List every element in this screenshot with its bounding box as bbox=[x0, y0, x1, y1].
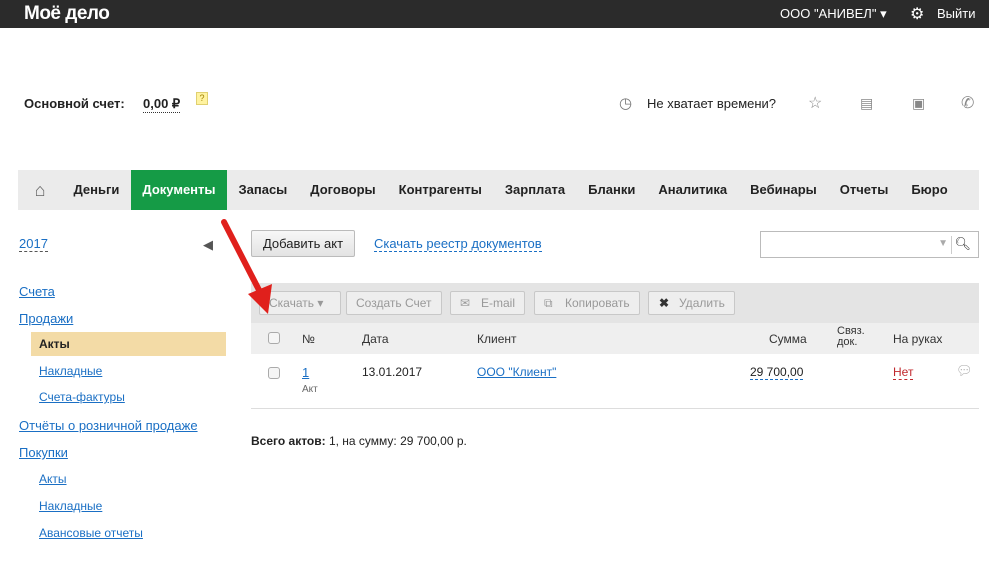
table-row: 1 Акт 13.01.2017 ООО "Клиент" 29 700,00 … bbox=[251, 354, 979, 409]
search-icon[interactable]: 🔍︎ bbox=[954, 236, 971, 252]
search-input[interactable]: ▼ 🔍︎ bbox=[760, 231, 979, 258]
tab-contracts[interactable]: Договоры bbox=[299, 170, 387, 210]
row-checkbox[interactable] bbox=[268, 367, 280, 379]
tab-forms[interactable]: Бланки bbox=[577, 170, 647, 210]
select-all-checkbox[interactable] bbox=[268, 332, 280, 344]
sidebar-item-sales-waybills[interactable]: Накладные bbox=[39, 364, 102, 378]
tab-reports[interactable]: Отчеты bbox=[828, 170, 900, 210]
help-icon[interactable]: ? bbox=[196, 92, 208, 105]
clock-icon: ◷ bbox=[619, 95, 633, 112]
sidebar-item-purchase-acts[interactable]: Акты bbox=[39, 472, 67, 486]
doc-sum[interactable]: 29 700,00 bbox=[750, 365, 804, 380]
delete-icon: ✖ bbox=[659, 296, 670, 310]
tab-documents[interactable]: Документы bbox=[130, 170, 227, 210]
copy-button[interactable]: ⧉ Копировать bbox=[534, 291, 640, 315]
home-icon[interactable]: ⌂ bbox=[18, 180, 62, 201]
annotation-arrow bbox=[221, 219, 272, 314]
doc-date: 13.01.2017 bbox=[362, 365, 423, 379]
year-selector[interactable]: 2017 bbox=[19, 236, 48, 252]
download-registry-link[interactable]: Скачать реестр документов bbox=[374, 236, 542, 252]
doc-number-link[interactable]: 1 bbox=[302, 365, 309, 380]
contact-card-icon[interactable]: ▣ bbox=[912, 95, 925, 112]
sidebar-item-sales[interactable]: Продажи bbox=[19, 311, 73, 326]
tab-webinars[interactable]: Вебинары bbox=[739, 170, 829, 210]
sidebar-item-purchases[interactable]: Покупки bbox=[19, 445, 68, 460]
email-label: E-mail bbox=[481, 296, 516, 310]
delete-button[interactable]: ✖ Удалить bbox=[648, 291, 735, 315]
account-balance[interactable]: 0,00 ₽ bbox=[143, 96, 181, 113]
toolbar: Скачать ▾ Создать Счет ✉ E-mail ⧉ Копирова… bbox=[251, 283, 979, 323]
tab-salary[interactable]: Зарплата bbox=[493, 170, 576, 210]
copy-icon: ⧉ bbox=[544, 296, 553, 310]
total-summary: Всего актов: 1, на сумму: 29 700,00 р. bbox=[251, 434, 467, 448]
sidebar-item-purchase-waybills[interactable]: Накладные bbox=[39, 499, 102, 513]
col-client[interactable]: Клиент bbox=[477, 332, 517, 346]
logo[interactable]: Моё дело bbox=[24, 3, 110, 25]
col-on-hand: На руках bbox=[893, 332, 943, 346]
chat-icon[interactable]: ▤ bbox=[860, 95, 873, 112]
phone-icon[interactable]: ✆ bbox=[961, 93, 974, 113]
col-num[interactable]: № bbox=[302, 332, 315, 346]
tab-bureau[interactable]: Бюро bbox=[900, 170, 959, 210]
sidebar-item-retail[interactable]: Отчёты о розничной продаже bbox=[19, 418, 198, 433]
tab-counterparties[interactable]: Контрагенты bbox=[387, 170, 493, 210]
client-link[interactable]: ООО "Клиент" bbox=[477, 365, 556, 379]
create-invoice-button[interactable]: Создать Счет bbox=[346, 291, 442, 315]
copy-label: Копировать bbox=[565, 296, 630, 310]
on-hand-status[interactable]: Нет bbox=[893, 365, 914, 380]
sidebar-item-advance-reports[interactable]: Авансовые отчеты bbox=[39, 526, 143, 540]
org-selector[interactable]: ООО "АНИВЕЛ" ▾ bbox=[780, 6, 887, 22]
delete-label: Удалить bbox=[679, 296, 725, 310]
col-sum[interactable]: Сумма bbox=[769, 332, 807, 346]
sidebar-item-invoices[interactable]: Счета bbox=[19, 284, 55, 299]
col-date[interactable]: Дата bbox=[362, 332, 389, 346]
top-bar: Моё дело ООО "АНИВЕЛ" ▾ ⚙ Выйти bbox=[0, 0, 989, 28]
comment-icon[interactable]: 💬︎ bbox=[956, 363, 973, 379]
envelope-icon: ✉ bbox=[460, 296, 471, 310]
doc-type: Акт bbox=[302, 384, 318, 395]
sidebar-item-sales-acts[interactable]: Акты bbox=[31, 332, 226, 356]
total-label: Всего актов: bbox=[251, 434, 326, 448]
no-time-link[interactable]: Не хватает времени? bbox=[647, 96, 776, 111]
tab-stock[interactable]: Запасы bbox=[227, 170, 299, 210]
table-header: № Дата Клиент Сумма Связ. док. На руках bbox=[251, 323, 979, 354]
gear-icon[interactable]: ⚙ bbox=[910, 4, 924, 24]
chevron-down-icon[interactable]: ▼ bbox=[938, 238, 948, 249]
tab-analytics[interactable]: Аналитика bbox=[647, 170, 739, 210]
sidebar-item-facturas[interactable]: Счета-фактуры bbox=[39, 390, 125, 404]
tab-money[interactable]: Деньги bbox=[62, 170, 131, 210]
col-linked: Связ. док. bbox=[837, 325, 865, 348]
star-icon[interactable]: ☆ bbox=[808, 93, 822, 113]
account-label: Основной счет: bbox=[24, 96, 125, 111]
email-button[interactable]: ✉ E-mail bbox=[450, 291, 526, 315]
main-nav: ⌂ Деньги Документы Запасы Договоры Контр… bbox=[18, 170, 979, 210]
logout-link[interactable]: Выйти bbox=[937, 6, 976, 21]
total-value: 1, на сумму: 29 700,00 р. bbox=[325, 434, 467, 448]
